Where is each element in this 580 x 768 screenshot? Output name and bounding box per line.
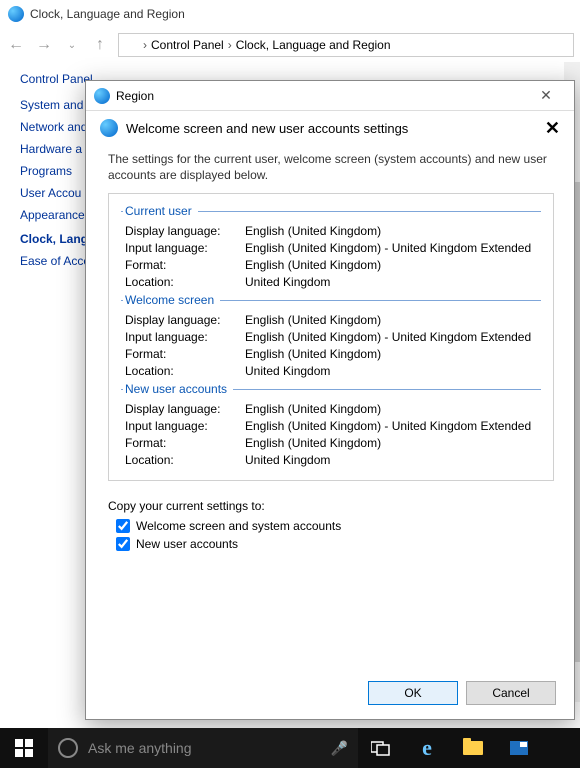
recent-dropdown-icon[interactable]: ⌄	[62, 35, 82, 55]
row-label: Format:	[125, 347, 245, 361]
dialog-intro: The settings for the current user, welco…	[108, 151, 554, 183]
cancel-button[interactable]: Cancel	[466, 681, 556, 705]
back-icon[interactable]: ←	[6, 35, 26, 55]
checkbox-welcome-screen[interactable]: Welcome screen and system accounts	[116, 519, 554, 533]
checkbox-input[interactable]	[116, 519, 130, 533]
forward-icon[interactable]: →	[34, 35, 54, 55]
dialog-header: Welcome screen and new user accounts set…	[86, 111, 574, 145]
section-title: Welcome screen	[123, 293, 220, 307]
edge-icon[interactable]: e	[404, 728, 450, 768]
settings-row: Display language:English (United Kingdom…	[125, 313, 541, 327]
row-label: Format:	[125, 258, 245, 272]
row-value: United Kingdom	[245, 364, 541, 378]
window-titlebar: Clock, Language and Region	[0, 0, 580, 28]
section-welcome-screen: Welcome screen	[121, 293, 541, 307]
row-label: Input language:	[125, 241, 245, 255]
start-button[interactable]	[0, 728, 48, 768]
settings-groupbox: Current userDisplay language:English (Un…	[108, 193, 554, 481]
settings-row: Location:United Kingdom	[125, 453, 541, 467]
checkbox-label: Welcome screen and system accounts	[136, 519, 341, 533]
close-icon[interactable]: ✕	[545, 118, 560, 139]
region-dialog: Region ✕ Welcome screen and new user acc…	[85, 80, 575, 720]
row-label: Display language:	[125, 402, 245, 416]
address-bar-row: ← → ⌄ ↑ › Control Panel › Clock, Languag…	[0, 28, 580, 62]
taskbar: Ask me anything 🎤 e	[0, 728, 580, 768]
row-value: English (United Kingdom)	[245, 436, 541, 450]
window-title: Clock, Language and Region	[30, 7, 185, 21]
section-current-user: Current user	[121, 204, 541, 218]
row-value: English (United Kingdom)	[245, 347, 541, 361]
microphone-icon[interactable]: 🎤	[331, 740, 348, 757]
breadcrumb[interactable]: Control Panel	[151, 38, 224, 52]
settings-row: Format:English (United Kingdom)	[125, 258, 541, 272]
settings-row: Format:English (United Kingdom)	[125, 347, 541, 361]
row-label: Input language:	[125, 419, 245, 433]
settings-row: Location:United Kingdom	[125, 275, 541, 289]
settings-row: Location:United Kingdom	[125, 364, 541, 378]
row-label: Location:	[125, 364, 245, 378]
row-value: English (United Kingdom) - United Kingdo…	[245, 330, 541, 344]
section-title: New user accounts	[123, 382, 233, 396]
row-label: Location:	[125, 275, 245, 289]
copy-settings-label: Copy your current settings to:	[108, 499, 554, 513]
row-label: Display language:	[125, 224, 245, 238]
address-bar[interactable]: › Control Panel › Clock, Language and Re…	[118, 33, 574, 57]
windows-icon	[15, 739, 33, 757]
chevron-right-icon: ›	[143, 38, 147, 52]
settings-row: Format:English (United Kingdom)	[125, 436, 541, 450]
row-label: Display language:	[125, 313, 245, 327]
settings-row: Input language:English (United Kingdom) …	[125, 241, 541, 255]
globe-icon	[125, 38, 139, 52]
checkbox-new-user-accounts[interactable]: New user accounts	[116, 537, 554, 551]
file-explorer-icon[interactable]	[450, 728, 496, 768]
section-new-user-accounts: New user accounts	[121, 382, 541, 396]
chevron-right-icon: ›	[228, 38, 232, 52]
settings-icon[interactable]	[496, 728, 542, 768]
up-icon[interactable]: ↑	[90, 35, 110, 55]
row-value: United Kingdom	[245, 275, 541, 289]
row-value: English (United Kingdom)	[245, 224, 541, 238]
row-label: Location:	[125, 453, 245, 467]
ok-button[interactable]: OK	[368, 681, 458, 705]
cortana-search[interactable]: Ask me anything 🎤	[48, 728, 358, 768]
cortana-icon	[58, 738, 78, 758]
close-icon[interactable]: ✕	[526, 87, 566, 104]
row-value: English (United Kingdom) - United Kingdo…	[245, 419, 541, 433]
settings-row: Display language:English (United Kingdom…	[125, 402, 541, 416]
row-value: English (United Kingdom)	[245, 258, 541, 272]
task-view-icon[interactable]	[358, 728, 404, 768]
row-value: English (United Kingdom)	[245, 402, 541, 416]
row-value: English (United Kingdom) - United Kingdo…	[245, 241, 541, 255]
globe-icon	[100, 119, 118, 137]
settings-row: Input language:English (United Kingdom) …	[125, 419, 541, 433]
row-label: Format:	[125, 436, 245, 450]
globe-icon	[8, 6, 24, 22]
checkbox-label: New user accounts	[136, 537, 238, 551]
settings-row: Display language:English (United Kingdom…	[125, 224, 541, 238]
section-title: Current user	[123, 204, 198, 218]
dialog-titlebar: Region ✕	[86, 81, 574, 111]
row-label: Input language:	[125, 330, 245, 344]
row-value: United Kingdom	[245, 453, 541, 467]
globe-icon	[94, 88, 110, 104]
row-value: English (United Kingdom)	[245, 313, 541, 327]
dialog-title: Region	[116, 89, 154, 103]
dialog-header-text: Welcome screen and new user accounts set…	[126, 121, 408, 136]
breadcrumb[interactable]: Clock, Language and Region	[236, 38, 391, 52]
checkbox-input[interactable]	[116, 537, 130, 551]
settings-row: Input language:English (United Kingdom) …	[125, 330, 541, 344]
search-placeholder: Ask me anything	[88, 740, 192, 756]
